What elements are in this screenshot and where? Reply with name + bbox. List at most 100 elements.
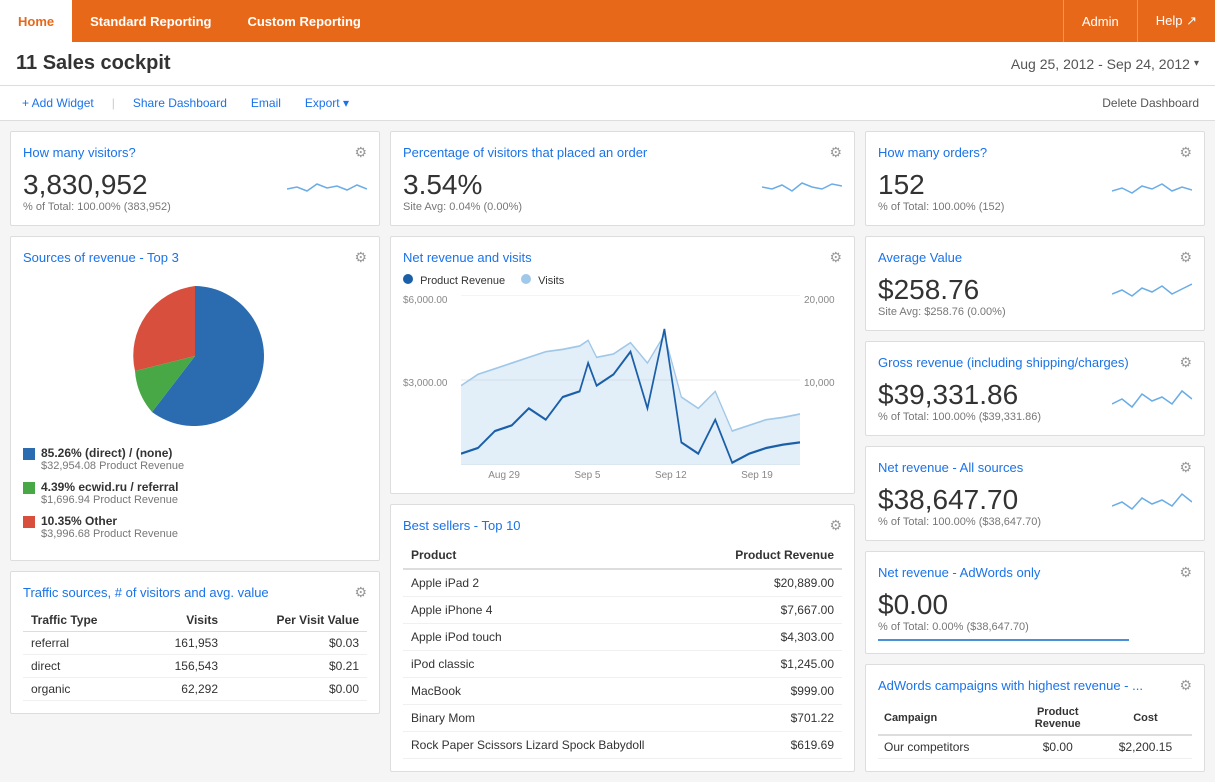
net-revenue-chart-widget: Net revenue and visits ⚙ Product Revenue…: [390, 236, 855, 494]
share-dashboard-button[interactable]: Share Dashboard: [127, 94, 233, 112]
middle-column: Percentage of visitors that placed an or…: [390, 131, 855, 772]
conversion-sparkline-svg: [762, 169, 842, 204]
seller-revenue-binary: $701.22: [704, 705, 842, 732]
main-nav: Home Standard Reporting Custom Reporting…: [0, 0, 1215, 42]
legend-label-direct: 85.26% (direct) / (none): [41, 446, 184, 460]
chart-y-left: $6,000.00 $3,000.00: [403, 295, 461, 481]
seller-product-ipad: Apple iPad 2: [403, 569, 704, 597]
avg-gear-icon[interactable]: ⚙: [1179, 249, 1192, 266]
adwords-col-campaign: Campaign: [878, 702, 1017, 735]
nav-custom-reporting[interactable]: Custom Reporting: [229, 0, 378, 42]
seller-revenue-rps: $619.69: [704, 732, 842, 759]
traffic-visits-referral: 161,953: [141, 632, 226, 655]
avg-widget-row: $258.76 Site Avg: $258.76 (0.00%): [878, 274, 1192, 318]
delete-dashboard-button[interactable]: Delete Dashboard: [1102, 96, 1199, 110]
legend-circle-visits: [521, 274, 531, 284]
date-range-selector[interactable]: Aug 25, 2012 - Sep 24, 2012 ▾: [1011, 56, 1199, 72]
orders-value: 152: [878, 169, 1112, 201]
legend-label-visits: Visits: [538, 275, 564, 287]
legend-item-direct: 85.26% (direct) / (none) $32,954.08 Prod…: [23, 446, 367, 472]
net-all-gear-icon[interactable]: ⚙: [1179, 459, 1192, 476]
avg-value: $258.76: [878, 274, 1112, 306]
seller-product-macbook: MacBook: [403, 678, 704, 705]
dashboard-toolbar: + Add Widget | Share Dashboard Email Exp…: [0, 86, 1215, 121]
traffic-table-header-row: Traffic Type Visits Per Visit Value: [23, 609, 367, 632]
chart-legend: Product Revenue Visits: [403, 274, 842, 287]
gross-widget-header: Gross revenue (including shipping/charge…: [878, 354, 1192, 371]
traffic-widget-header: Traffic sources, # of visitors and avg. …: [23, 584, 367, 601]
seller-row-iclassic: iPod classic $1,245.00: [403, 651, 842, 678]
adwords-gear-icon[interactable]: ⚙: [1179, 677, 1192, 694]
gross-gear-icon[interactable]: ⚙: [1179, 354, 1192, 371]
conversion-widget-title: Percentage of visitors that placed an or…: [403, 145, 647, 160]
conversion-widget-row: 3.54% Site Avg: 0.04% (0.00%): [403, 169, 842, 213]
chart-gear-icon[interactable]: ⚙: [829, 249, 842, 266]
email-button[interactable]: Email: [245, 94, 287, 112]
net-all-widget-title: Net revenue - All sources: [878, 460, 1023, 475]
net-adwords-gear-icon[interactable]: ⚙: [1179, 564, 1192, 581]
toolbar-right: Delete Dashboard: [1102, 96, 1199, 110]
chart-widget-header: Net revenue and visits ⚙: [403, 249, 842, 266]
sources-gear-icon[interactable]: ⚙: [354, 249, 367, 266]
legend-label-other: 10.35% Other: [41, 514, 178, 528]
gross-sparkline-svg: [1112, 379, 1192, 414]
sources-widget-header: Sources of revenue - Top 3 ⚙: [23, 249, 367, 266]
avg-sparkline: [1112, 274, 1192, 309]
net-all-widget-header: Net revenue - All sources ⚙: [878, 459, 1192, 476]
date-range-arrow: ▾: [1194, 58, 1199, 69]
x-label-sep12: Sep 12: [655, 470, 687, 481]
gross-widget-title: Gross revenue (including shipping/charge…: [878, 355, 1129, 370]
legend-product-revenue: Product Revenue: [403, 274, 505, 287]
gross-value: $39,331.86: [878, 379, 1112, 411]
conversion-gear-icon[interactable]: ⚙: [829, 144, 842, 161]
adwords-cost-competitors: $2,200.15: [1099, 735, 1192, 759]
nav-standard-reporting[interactable]: Standard Reporting: [72, 0, 229, 42]
sellers-gear-icon[interactable]: ⚙: [829, 517, 842, 534]
orders-gear-icon[interactable]: ⚙: [1179, 144, 1192, 161]
conversion-sub: Site Avg: 0.04% (0.00%): [403, 201, 762, 213]
left-column: How many visitors? ⚙ 3,830,952 % of Tota…: [10, 131, 380, 772]
traffic-sources-widget: Traffic sources, # of visitors and avg. …: [10, 571, 380, 714]
nav-admin[interactable]: Admin: [1063, 0, 1137, 42]
traffic-visits-organic: 62,292: [141, 678, 226, 701]
net-all-widget-row: $38,647.70 % of Total: 100.00% ($38,647.…: [878, 484, 1192, 528]
seller-row-binary: Binary Mom $701.22: [403, 705, 842, 732]
seller-row-rps: Rock Paper Scissors Lizard Spock Babydol…: [403, 732, 842, 759]
adwords-widget-title: AdWords campaigns with highest revenue -…: [878, 678, 1143, 693]
y-right-10000: 10,000: [804, 378, 842, 389]
sources-widget-title: Sources of revenue - Top 3: [23, 250, 179, 265]
legend-item-other: 10.35% Other $3,996.68 Product Revenue: [23, 514, 367, 540]
conversion-sparkline: [762, 169, 842, 204]
sources-revenue-widget: Sources of revenue - Top 3 ⚙ 85.26% (: [10, 236, 380, 561]
pie-chart-svg: [105, 276, 285, 436]
nav-help[interactable]: Help ↗: [1137, 0, 1215, 42]
traffic-widget-title: Traffic sources, # of visitors and avg. …: [23, 585, 269, 600]
traffic-gear-icon[interactable]: ⚙: [354, 584, 367, 601]
seller-product-iclassic: iPod classic: [403, 651, 704, 678]
traffic-type-referral: referral: [23, 632, 141, 655]
legend-dot-direct: [23, 448, 35, 460]
dashboard-grid: How many visitors? ⚙ 3,830,952 % of Tota…: [0, 121, 1215, 782]
gross-sparkline: [1112, 379, 1192, 414]
seller-product-iphone: Apple iPhone 4: [403, 597, 704, 624]
pie-chart-container: [23, 276, 367, 436]
add-widget-button[interactable]: + Add Widget: [16, 94, 100, 112]
orders-widget: How many orders? ⚙ 152 % of Total: 100.0…: [865, 131, 1205, 226]
nav-home[interactable]: Home: [0, 0, 72, 42]
legend-sub-ecwid: $1,696.94 Product Revenue: [41, 494, 178, 506]
export-button[interactable]: Export ▾: [299, 94, 355, 112]
nav-right: Admin Help ↗: [1063, 0, 1215, 42]
legend-item-ecwid: 4.39% ecwid.ru / referral $1,696.94 Prod…: [23, 480, 367, 506]
sellers-header-row: Product Product Revenue: [403, 542, 842, 569]
visitors-gear-icon[interactable]: ⚙: [354, 144, 367, 161]
chart-svg: [461, 295, 800, 465]
pie-legend: 85.26% (direct) / (none) $32,954.08 Prod…: [23, 446, 367, 540]
orders-sub: % of Total: 100.00% (152): [878, 201, 1112, 213]
gross-widget-row: $39,331.86 % of Total: 100.00% ($39,331.…: [878, 379, 1192, 423]
adwords-col-revenue: ProductRevenue: [1017, 702, 1099, 735]
y-label-3000: $3,000.00: [403, 378, 457, 389]
net-adwords-value: $0.00: [878, 589, 1192, 621]
adwords-col-cost: Cost: [1099, 702, 1192, 735]
adwords-header-row: Campaign ProductRevenue Cost: [878, 702, 1192, 735]
legend-visits: Visits: [521, 274, 564, 287]
